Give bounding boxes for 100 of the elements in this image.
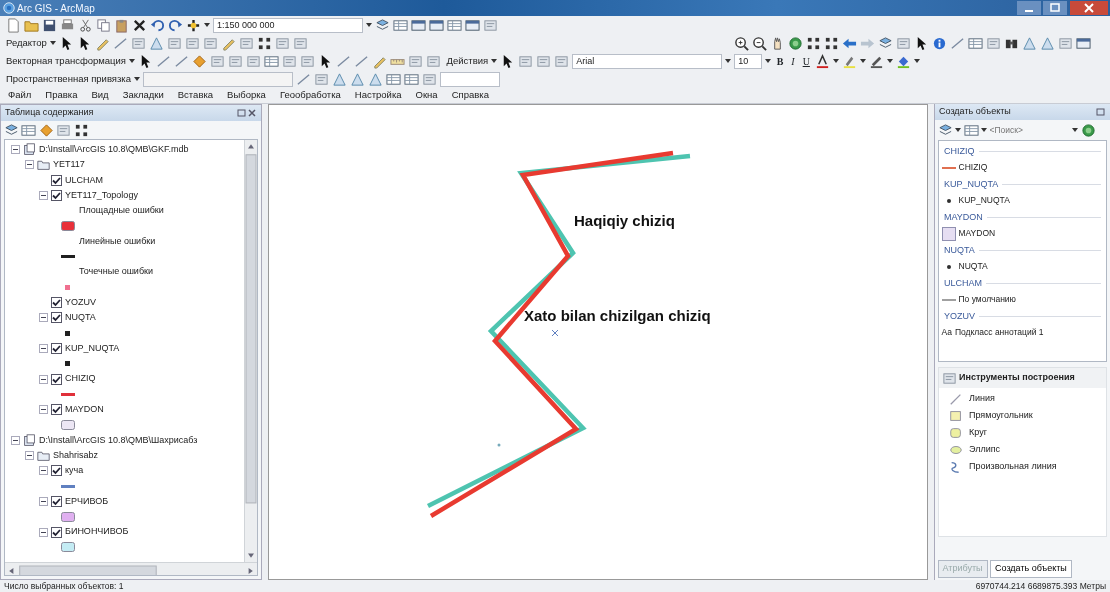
caret-icon[interactable] [129,58,135,64]
layers-icon[interactable] [937,122,953,138]
caret-icon[interactable] [134,76,141,82]
feature-template[interactable]: MAYDON [958,227,996,241]
menu-item[interactable]: Правка [45,88,78,103]
caret-icon[interactable] [833,58,840,64]
menu-item[interactable]: Геообработка [279,88,341,103]
tool-icon[interactable] [483,17,498,33]
layer-name[interactable]: NUQTA [65,310,96,326]
caret-icon[interactable] [887,58,894,64]
scissors-icon[interactable] [78,17,93,33]
layer-checkbox[interactable] [51,373,62,385]
tool-icon[interactable] [210,53,225,69]
menu-item[interactable]: Справка [451,88,489,103]
clipboard-icon[interactable] [114,17,129,33]
feature-template[interactable]: Подкласс аннотаций 1 [954,326,1044,340]
font-field[interactable]: Arial [572,53,723,69]
layer-checkbox[interactable] [51,312,62,324]
menu-item[interactable]: Вставка [177,88,214,103]
window-icon[interactable] [465,17,480,33]
dataset-name[interactable]: Shahrisabz [53,447,99,464]
format-button[interactable]: B [774,53,786,69]
redo-icon[interactable] [168,17,183,33]
font-size-field[interactable]: 10 [734,53,763,69]
expand-toggle-icon[interactable] [39,405,48,415]
tool-icon[interactable] [228,53,243,69]
caret-icon[interactable] [49,40,56,46]
feature-template[interactable]: По умолчанию [958,293,1016,307]
expand-toggle-icon[interactable] [39,374,48,384]
restore-icon[interactable] [237,108,247,118]
format-button[interactable]: U [800,53,813,69]
window-icon[interactable] [1075,35,1091,51]
caret-icon[interactable] [366,22,372,28]
line-icon[interactable] [354,53,369,69]
caret-icon[interactable] [981,127,987,133]
construction-tool[interactable]: Эллипс [969,443,1001,457]
triangle-icon[interactable] [350,71,366,87]
line-icon[interactable] [296,71,312,87]
window-icon[interactable] [411,17,426,33]
caret-icon[interactable] [204,22,210,28]
grid-icon[interactable] [805,35,821,51]
caret-icon[interactable] [491,58,498,64]
info-icon[interactable] [931,35,947,51]
table-icon[interactable] [967,35,983,51]
format-button[interactable]: I [788,53,798,69]
line-icon[interactable] [949,35,965,51]
caret-icon[interactable] [725,58,732,64]
layer-name[interactable]: YOZUV [65,294,96,311]
caret-icon[interactable] [860,58,867,64]
globe-icon[interactable] [1080,122,1096,138]
delete-icon[interactable] [132,17,147,33]
tool-icon[interactable] [282,53,297,69]
dataset-name[interactable]: YET117 [53,157,85,173]
minimize-icon[interactable] [1016,1,1041,15]
close-icon[interactable] [1069,1,1108,15]
table-icon[interactable] [386,71,402,87]
feature-template[interactable]: CHIZIQ [958,161,988,175]
menu-item[interactable]: Окна [415,88,438,103]
line-icon[interactable] [174,53,189,69]
tool-icon[interactable] [292,35,308,51]
database-name[interactable]: D:\Install\ArcGIS 10.8\QMB\Шахрисабз [39,432,198,448]
table-icon[interactable] [393,17,408,33]
expand-toggle-icon[interactable] [39,527,48,537]
georeferencing-menu[interactable]: Пространственная привязка [6,71,132,87]
input-field[interactable] [440,71,501,87]
layer-checkbox[interactable] [51,297,62,309]
grid-icon[interactable] [73,122,89,138]
layer-name[interactable]: БИНОНЧИВОБ [65,524,129,540]
construction-tool[interactable]: Линия [969,392,995,406]
caret-icon[interactable] [955,127,961,133]
layer-name[interactable]: CHIZIQ [65,371,96,387]
tool-icon[interactable] [941,370,957,386]
table-icon[interactable] [21,122,36,138]
editor-menu[interactable]: Редактор [6,35,47,51]
expand-toggle-icon[interactable] [39,313,48,323]
feature-template[interactable]: NUQTA [958,260,988,274]
grid-icon[interactable] [823,35,839,51]
scale-field[interactable]: 1:150 000 000 [213,17,363,33]
triangle-icon[interactable] [1039,35,1055,51]
layer-name[interactable]: ЕРЧИВОБ [65,493,109,510]
layer-checkbox[interactable] [51,465,62,477]
expand-toggle-icon[interactable] [39,344,48,353]
caret-icon[interactable] [1072,127,1078,133]
table-icon[interactable] [404,71,420,87]
layer-checkbox[interactable] [51,174,62,186]
window-icon[interactable] [429,17,444,33]
font-color-icon[interactable] [815,53,831,69]
expand-toggle-icon[interactable] [39,496,48,506]
close-icon[interactable] [247,108,257,118]
add-data-icon[interactable] [186,17,201,33]
layer-checkbox[interactable] [51,404,62,416]
layer-checkbox[interactable] [51,526,62,538]
tool-icon[interactable] [422,71,438,87]
layer-checkbox[interactable] [51,343,62,354]
tool-icon[interactable] [1057,35,1073,51]
expand-toggle-icon[interactable] [11,435,20,445]
expand-toggle-icon[interactable] [25,160,34,170]
expand-toggle-icon[interactable] [25,451,34,461]
zoom-in-icon[interactable] [733,35,749,51]
menu-item[interactable]: Настройка [354,88,402,103]
